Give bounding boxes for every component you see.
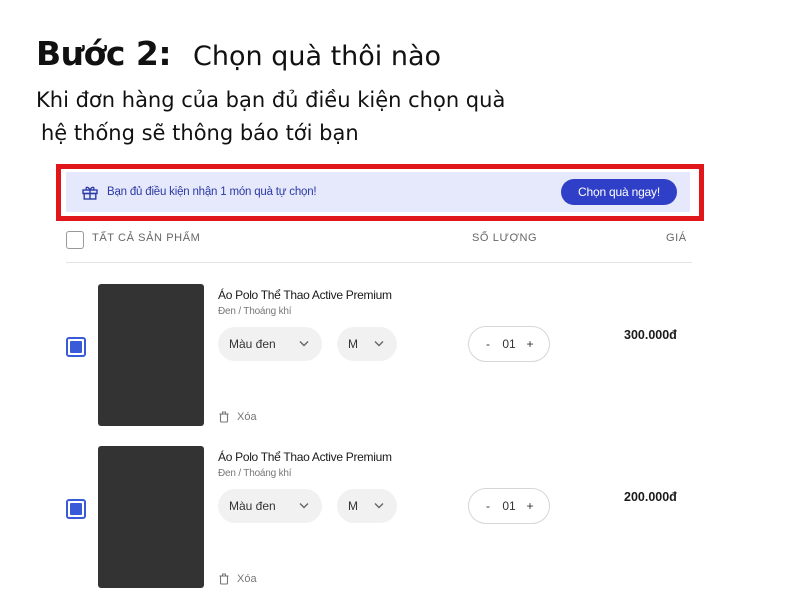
remove-label: Xóa (237, 573, 257, 585)
product-variant: Đen / Thoáng khí (218, 468, 292, 479)
quantity-stepper: - 01 + (468, 326, 550, 362)
chevron-down-icon (297, 498, 311, 512)
remove-label: Xóa (237, 411, 257, 423)
size-select[interactable]: M (337, 327, 397, 361)
cart-item: Áo Polo Thể Thao Active Premium Đen / Th… (0, 0, 800, 588)
trash-icon (219, 411, 229, 423)
product-image (98, 446, 204, 588)
item-price: 200.000đ (624, 490, 677, 504)
size-select[interactable]: M (337, 489, 397, 523)
decrease-button[interactable]: - (482, 337, 494, 351)
item-price: 300.000đ (624, 328, 677, 342)
gift-notice-bar: Bạn đủ điều kiện nhận 1 món quà tự chọn!… (66, 172, 690, 212)
product-name: Áo Polo Thể Thao Active Premium (218, 450, 392, 464)
select-all-checkbox[interactable] (66, 231, 84, 249)
remove-button[interactable]: Xóa (218, 573, 257, 585)
quantity-value[interactable]: 01 (502, 499, 515, 513)
increase-button[interactable]: + (524, 337, 536, 351)
chevron-down-icon (372, 336, 386, 350)
size-select-value: M (348, 337, 358, 351)
color-select[interactable]: Màu đen (218, 489, 322, 523)
product-image (98, 284, 204, 426)
quantity-value[interactable]: 01 (502, 337, 515, 351)
gift-icon (81, 183, 99, 201)
remove-button[interactable]: Xóa (218, 411, 257, 423)
trash-icon (219, 573, 229, 585)
choose-gift-button[interactable]: Chọn quà ngay! (561, 179, 677, 205)
header-quantity: SỐ LƯỢNG (472, 232, 538, 244)
header-divider (66, 262, 692, 263)
item-checkbox[interactable] (66, 337, 86, 357)
product-variant: Đen / Thoáng khí (218, 306, 292, 317)
color-select-value: Màu đen (229, 337, 276, 351)
item-checkbox[interactable] (66, 499, 86, 519)
gift-notice-text: Bạn đủ điều kiện nhận 1 món quà tự chọn! (107, 186, 317, 198)
quantity-stepper: - 01 + (468, 488, 550, 524)
increase-button[interactable]: + (524, 499, 536, 513)
color-select-value: Màu đen (229, 499, 276, 513)
size-select-value: M (348, 499, 358, 513)
header-all-products: TẤT CẢ SẢN PHẨM (92, 232, 201, 244)
color-select[interactable]: Màu đen (218, 327, 322, 361)
chevron-down-icon (297, 336, 311, 350)
decrease-button[interactable]: - (482, 499, 494, 513)
product-name: Áo Polo Thể Thao Active Premium (218, 288, 392, 302)
header-price: GIÁ (666, 232, 687, 244)
chevron-down-icon (372, 498, 386, 512)
